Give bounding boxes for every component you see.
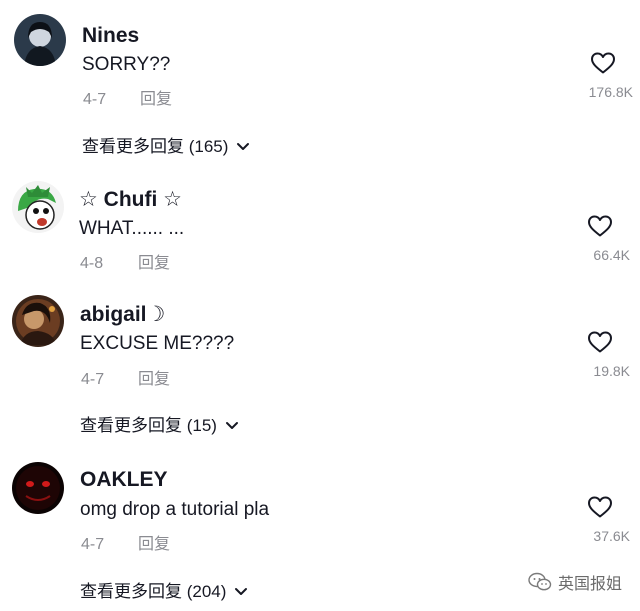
comment-date: 4-7 xyxy=(81,536,105,553)
heart-outline-icon xyxy=(588,215,612,237)
reply-button[interactable]: 回复 xyxy=(138,535,170,555)
view-more-replies-label: 查看更多回复 (15) xyxy=(80,416,217,435)
like-button[interactable]: 37.6K xyxy=(570,495,630,544)
avatar[interactable] xyxy=(12,181,64,233)
avatar[interactable] xyxy=(14,14,66,66)
like-count: 66.4K xyxy=(593,247,630,263)
reply-button[interactable]: 回复 xyxy=(138,370,170,390)
heart-outline-icon xyxy=(591,52,615,74)
watermark: 英国报姐 xyxy=(528,570,622,594)
chevron-down-icon xyxy=(237,143,250,150)
reply-button[interactable]: 回复 xyxy=(138,254,170,274)
username[interactable]: ☆ Chufi ☆ xyxy=(79,188,182,212)
wechat-icon xyxy=(528,572,552,591)
like-count: 176.8K xyxy=(588,84,633,100)
chevron-down-icon xyxy=(235,588,248,595)
view-more-replies-label: 查看更多回复 (165) xyxy=(82,137,229,156)
heart-outline-icon xyxy=(588,331,612,353)
comment-text: EXCUSE ME???? xyxy=(80,333,235,354)
like-count: 19.8K xyxy=(593,363,630,379)
username[interactable]: abigail☽ xyxy=(80,303,165,327)
view-more-replies[interactable]: 查看更多回复 (165) xyxy=(82,136,250,158)
avatar[interactable] xyxy=(12,462,64,514)
view-more-replies[interactable]: 查看更多回复 (15) xyxy=(80,415,239,437)
reply-button[interactable]: 回复 xyxy=(140,90,172,110)
watermark-text: 英国报姐 xyxy=(558,576,623,593)
view-more-replies[interactable]: 查看更多回复 (204) xyxy=(80,581,248,603)
comment-date: 4-8 xyxy=(80,255,104,272)
like-button[interactable]: 66.4K xyxy=(570,214,630,263)
like-button[interactable]: 19.8K xyxy=(570,330,630,379)
avatar[interactable] xyxy=(12,295,64,347)
comment-date: 4-7 xyxy=(83,91,107,108)
comment-date: 4-7 xyxy=(81,371,105,388)
heart-outline-icon xyxy=(588,496,612,518)
chevron-down-icon xyxy=(225,422,238,429)
like-count: 37.6K xyxy=(593,528,630,544)
username[interactable]: Nines xyxy=(82,24,139,48)
comment-text: SORRY?? xyxy=(82,54,171,75)
comment-text: WHAT...... ... xyxy=(79,218,185,239)
comment-text: omg drop a tutorial pla xyxy=(80,499,270,520)
view-more-replies-label: 查看更多回复 (204) xyxy=(80,582,227,601)
username[interactable]: OAKLEY xyxy=(80,468,168,492)
like-button[interactable]: 176.8K xyxy=(573,51,633,100)
